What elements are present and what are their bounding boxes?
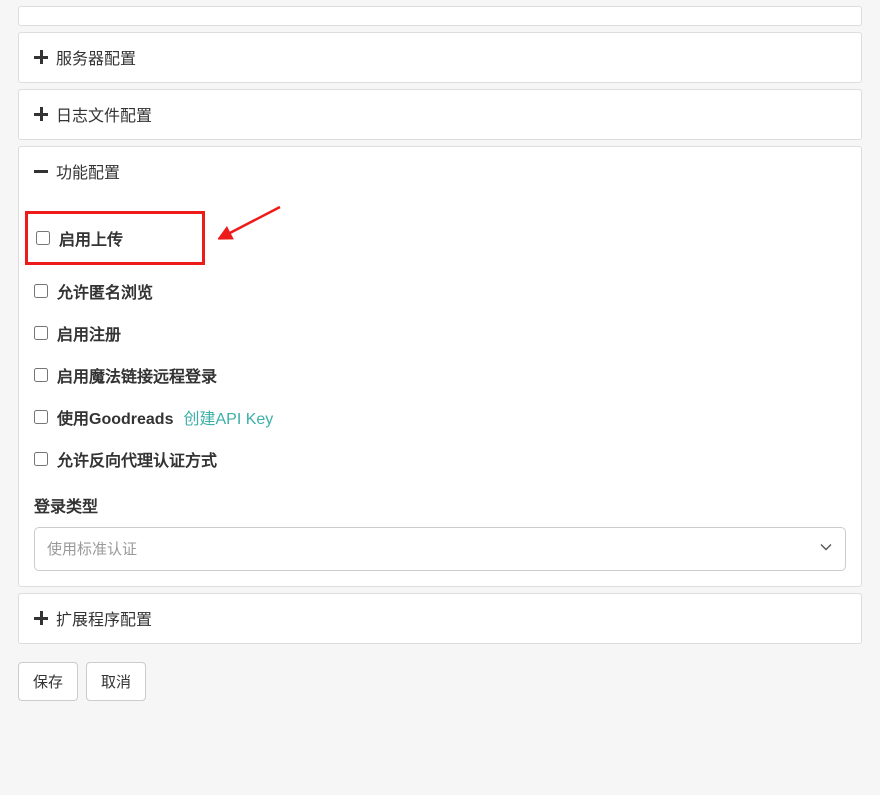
plus-icon <box>34 107 48 121</box>
save-button[interactable]: 保存 <box>18 662 78 701</box>
panel-heading-server[interactable]: 服务器配置 <box>19 33 861 82</box>
checkbox-enable-magic-label: 启用魔法链接远程登录 <box>57 363 217 387</box>
checkbox-enable-upload[interactable]: 启用上传 <box>25 211 205 265</box>
panel-server-config[interactable]: 服务器配置 <box>18 32 862 83</box>
panel-feature-config: 功能配置 启用上传 允许匿名浏览 启用注册 启用魔法链接远程登录 使用Go <box>18 146 862 587</box>
create-api-key-link[interactable]: 创建API Key <box>183 405 273 429</box>
minus-icon <box>34 164 48 178</box>
panel-collapsed-stub <box>18 6 862 26</box>
plus-icon <box>34 50 48 64</box>
plus-icon <box>34 611 48 625</box>
checkbox-reverse-proxy-auth[interactable]: 允许反向代理认证方式 <box>34 447 846 471</box>
panel-title-extension: 扩展程序配置 <box>56 606 152 630</box>
cancel-button[interactable]: 取消 <box>86 662 146 701</box>
checkbox-enable-register-input[interactable] <box>34 326 48 340</box>
checkbox-enable-upload-label: 启用上传 <box>59 226 123 250</box>
checkbox-enable-upload-input[interactable] <box>36 231 50 245</box>
panel-title-logfile: 日志文件配置 <box>56 102 152 126</box>
checkbox-enable-register[interactable]: 启用注册 <box>34 321 846 345</box>
checkbox-anon-browse-label: 允许匿名浏览 <box>57 279 153 303</box>
login-type-select[interactable]: 使用标准认证 <box>34 527 846 571</box>
panel-heading-extension[interactable]: 扩展程序配置 <box>19 594 861 643</box>
checkbox-anon-browse-input[interactable] <box>34 284 48 298</box>
checkbox-use-goodreads-row: 使用Goodreads 创建API Key <box>34 405 846 429</box>
panel-title-server: 服务器配置 <box>56 45 136 69</box>
panel-heading-logfile[interactable]: 日志文件配置 <box>19 90 861 139</box>
login-type-group: 登录类型 使用标准认证 <box>34 493 846 571</box>
checkbox-reverse-proxy-auth-input[interactable] <box>34 452 48 466</box>
checkbox-enable-register-label: 启用注册 <box>57 321 121 345</box>
checkbox-enable-magic[interactable]: 启用魔法链接远程登录 <box>34 363 846 387</box>
checkbox-use-goodreads-label: 使用Goodreads <box>57 405 173 429</box>
panel-body-feature: 启用上传 允许匿名浏览 启用注册 启用魔法链接远程登录 使用Goodreads … <box>19 196 861 586</box>
panel-logfile-config[interactable]: 日志文件配置 <box>18 89 862 140</box>
panel-extension-config[interactable]: 扩展程序配置 <box>18 593 862 644</box>
panel-heading-feature[interactable]: 功能配置 <box>19 147 861 196</box>
checkbox-anon-browse[interactable]: 允许匿名浏览 <box>34 279 846 303</box>
login-type-label: 登录类型 <box>34 493 846 517</box>
button-row: 保存 取消 <box>18 662 862 701</box>
checkbox-enable-magic-input[interactable] <box>34 368 48 382</box>
panel-title-feature: 功能配置 <box>56 159 120 183</box>
checkbox-use-goodreads-input[interactable] <box>34 410 48 424</box>
checkbox-reverse-proxy-auth-label: 允许反向代理认证方式 <box>57 447 217 471</box>
